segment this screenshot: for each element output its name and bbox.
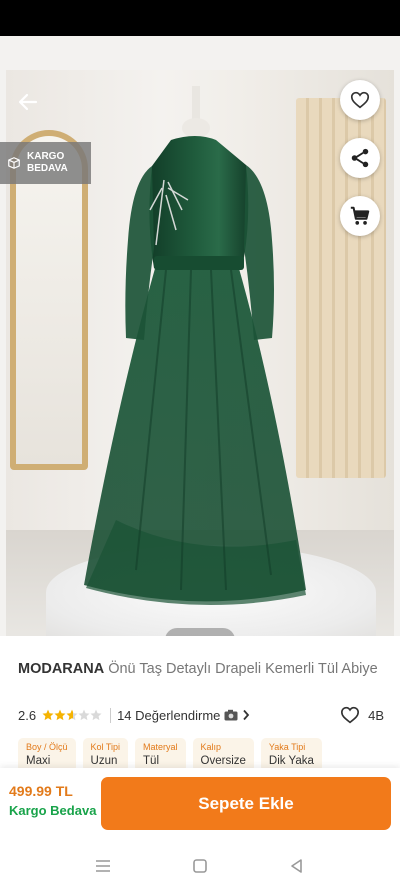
box-icon xyxy=(8,157,20,169)
share-button[interactable] xyxy=(340,138,380,178)
attribute-chip-size[interactable]: Boy / Ölçü Maxi xyxy=(18,738,76,772)
checkout-bar: 499.99 TL Kargo Bedava Sepete Ekle xyxy=(0,768,400,844)
attribute-chip-material[interactable]: Materyal Tül xyxy=(135,738,186,772)
attribute-value: Dik Yaka xyxy=(268,755,314,767)
favorite-button[interactable] xyxy=(340,80,380,120)
product-name: Önü Taş Detaylı Drapeli Kemerli Tül Abiy… xyxy=(108,661,378,677)
arrow-left-icon xyxy=(18,93,38,111)
product-info: MODARANA Önü Taş Detaylı Drapeli Kemerli… xyxy=(0,640,400,772)
rating-value: 2.6 xyxy=(18,707,37,723)
badge-line1: KARGO xyxy=(27,151,65,162)
attribute-chip-collar[interactable]: Yaka Tipi Dik Yaka xyxy=(260,738,322,772)
nav-recents-button[interactable] xyxy=(91,854,115,878)
product-image-gallery[interactable]: KARGO BEDAVA xyxy=(0,36,400,636)
attribute-value: Oversize xyxy=(200,755,246,767)
free-shipping-label: Kargo Bedava xyxy=(9,803,97,818)
heart-outline-icon xyxy=(341,706,360,724)
attribute-value: Maxi xyxy=(26,755,51,767)
attribute-chip-sleeve[interactable]: Kol Tipi Uzun xyxy=(82,738,129,772)
review-count: 14 Değerlendirme xyxy=(117,707,221,723)
rating-stars xyxy=(42,709,102,721)
add-to-cart-button[interactable]: Sepete Ekle xyxy=(101,777,391,830)
attribute-label: Yaka Tipi xyxy=(268,742,306,752)
attribute-label: Kalıp xyxy=(200,742,222,752)
price: 499.99 TL xyxy=(9,783,73,799)
favorite-count[interactable]: 4B xyxy=(340,706,384,724)
attribute-chips: Boy / Ölçü Maxi Kol Tipi Uzun Materyal T… xyxy=(18,738,322,772)
attribute-value: Uzun xyxy=(90,755,118,767)
nav-back-button[interactable] xyxy=(285,854,309,878)
attribute-value: Tül xyxy=(143,755,160,767)
system-nav-bar xyxy=(0,844,400,888)
image-pager[interactable] xyxy=(165,628,235,636)
share-icon xyxy=(351,148,369,168)
camera-icon xyxy=(224,709,238,721)
star-icons xyxy=(42,709,102,721)
attribute-label: Materyal xyxy=(143,742,178,752)
menu-lines-icon xyxy=(96,860,111,872)
rating-row: 2.6 14 Değerlendirme 4B xyxy=(18,706,384,724)
cart-icon xyxy=(350,206,370,225)
free-shipping-badge: KARGO BEDAVA xyxy=(0,142,91,184)
cart-button[interactable] xyxy=(340,196,380,236)
badge-line2: BEDAVA xyxy=(27,163,68,174)
back-button[interactable] xyxy=(16,90,48,118)
status-bar xyxy=(0,0,400,36)
attribute-chip-fit[interactable]: Kalıp Oversize xyxy=(192,738,254,772)
attribute-label: Boy / Ölçü xyxy=(26,742,68,752)
triangle-back-icon xyxy=(290,859,302,873)
square-icon xyxy=(193,859,207,873)
favorite-count-value: 4B xyxy=(368,707,384,723)
product-title: MODARANA Önü Taş Detaylı Drapeli Kemerli… xyxy=(18,660,386,679)
attribute-label: Kol Tipi xyxy=(90,742,121,752)
nav-home-button[interactable] xyxy=(188,854,212,878)
chevron-right-icon xyxy=(243,709,250,721)
brand-name[interactable]: MODARANA xyxy=(18,661,104,677)
reviews-link[interactable]: 14 Değerlendirme xyxy=(110,707,250,723)
heart-icon xyxy=(350,91,370,109)
